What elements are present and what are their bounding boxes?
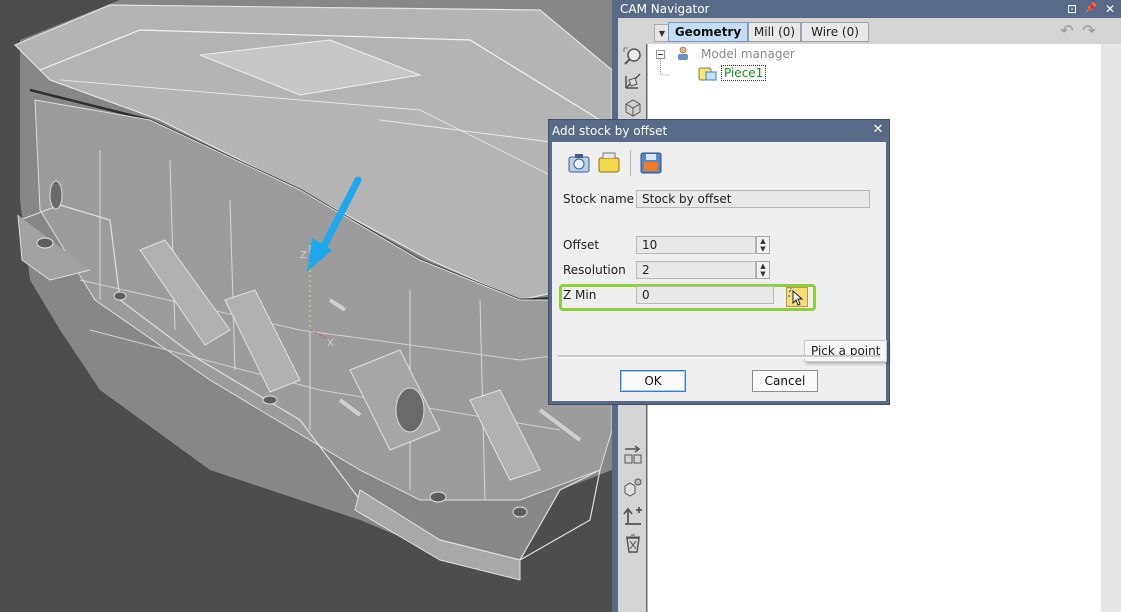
axis-z-label: Z [300,250,307,261]
axis-x-label: X [327,338,334,349]
pick-point-button[interactable] [786,287,808,307]
arrow-grid-icon[interactable] [622,444,644,466]
tree-connector [656,50,670,76]
close-icon[interactable]: ✕ [1102,1,1118,17]
pick-point-tooltip: Pick a point [804,340,888,362]
tree-root-label[interactable]: Model manager [701,47,795,61]
ok-button[interactable]: OK [620,370,686,392]
dialog-title: Add stock by offset [552,124,668,138]
solid-cube-icon[interactable] [622,96,644,118]
z-min-field[interactable]: 0 [636,286,774,304]
tab-mill[interactable]: Mill (0) [748,22,801,42]
axis-icon[interactable] [622,70,644,92]
tab-wire[interactable]: Wire (0) [801,22,869,42]
resolution-field[interactable]: 2 [636,261,756,279]
offset-label: Offset [563,238,600,252]
trash-icon[interactable] [622,532,644,554]
navigator-title: CAM Navigator [620,2,710,16]
offset-field[interactable]: 10 [636,236,756,254]
pin-icon[interactable]: 📌 [1083,1,1099,17]
undo-icon[interactable]: ↶ [1058,23,1076,39]
stock-name-field[interactable]: Stock by offset [636,190,870,208]
offset-stepper[interactable]: ▲ ▼ [756,236,770,254]
piece-icon [698,67,717,81]
resolution-stepper[interactable]: ▲ ▼ [756,261,770,279]
folder-stock-icon[interactable] [596,150,622,176]
cursor-pick-icon [788,288,804,306]
tree-item-piece1[interactable]: Piece1 [721,65,767,81]
add-stock-dialog: Add stock by offset ✕ Stock name Stock b… [549,120,889,404]
tab-geometry[interactable]: Geometry [668,22,748,42]
zoom-icon[interactable] [622,46,644,68]
save-stock-icon[interactable] [638,150,664,176]
camera-stock-icon[interactable] [566,150,592,176]
model-wireframe [13,0,612,581]
vertical-scrollbar[interactable] [1101,44,1121,612]
z-min-label: Z Min [563,288,597,302]
model-manager-icon [678,46,688,60]
3d-viewport[interactable]: Z X [0,0,612,612]
tab-bar: ▼ Geometry Mill (0) Wire (0) ↶ ↷ [618,18,1121,44]
dialog-separator [558,355,880,358]
dock-icon[interactable]: ⊡ [1064,1,1080,17]
cancel-button[interactable]: Cancel [752,370,818,392]
cube-group-icon[interactable] [622,476,644,498]
dialog-body: Stock name Stock by offset Offset 10 ▲ ▼ … [552,142,888,401]
redo-icon[interactable]: ↷ [1080,23,1098,39]
stock-name-label: Stock name [563,192,635,206]
dialog-close-icon[interactable]: ✕ [871,123,885,137]
upload-icon[interactable] [622,504,644,526]
icon-separator [630,150,631,176]
resolution-label: Resolution [563,263,626,277]
